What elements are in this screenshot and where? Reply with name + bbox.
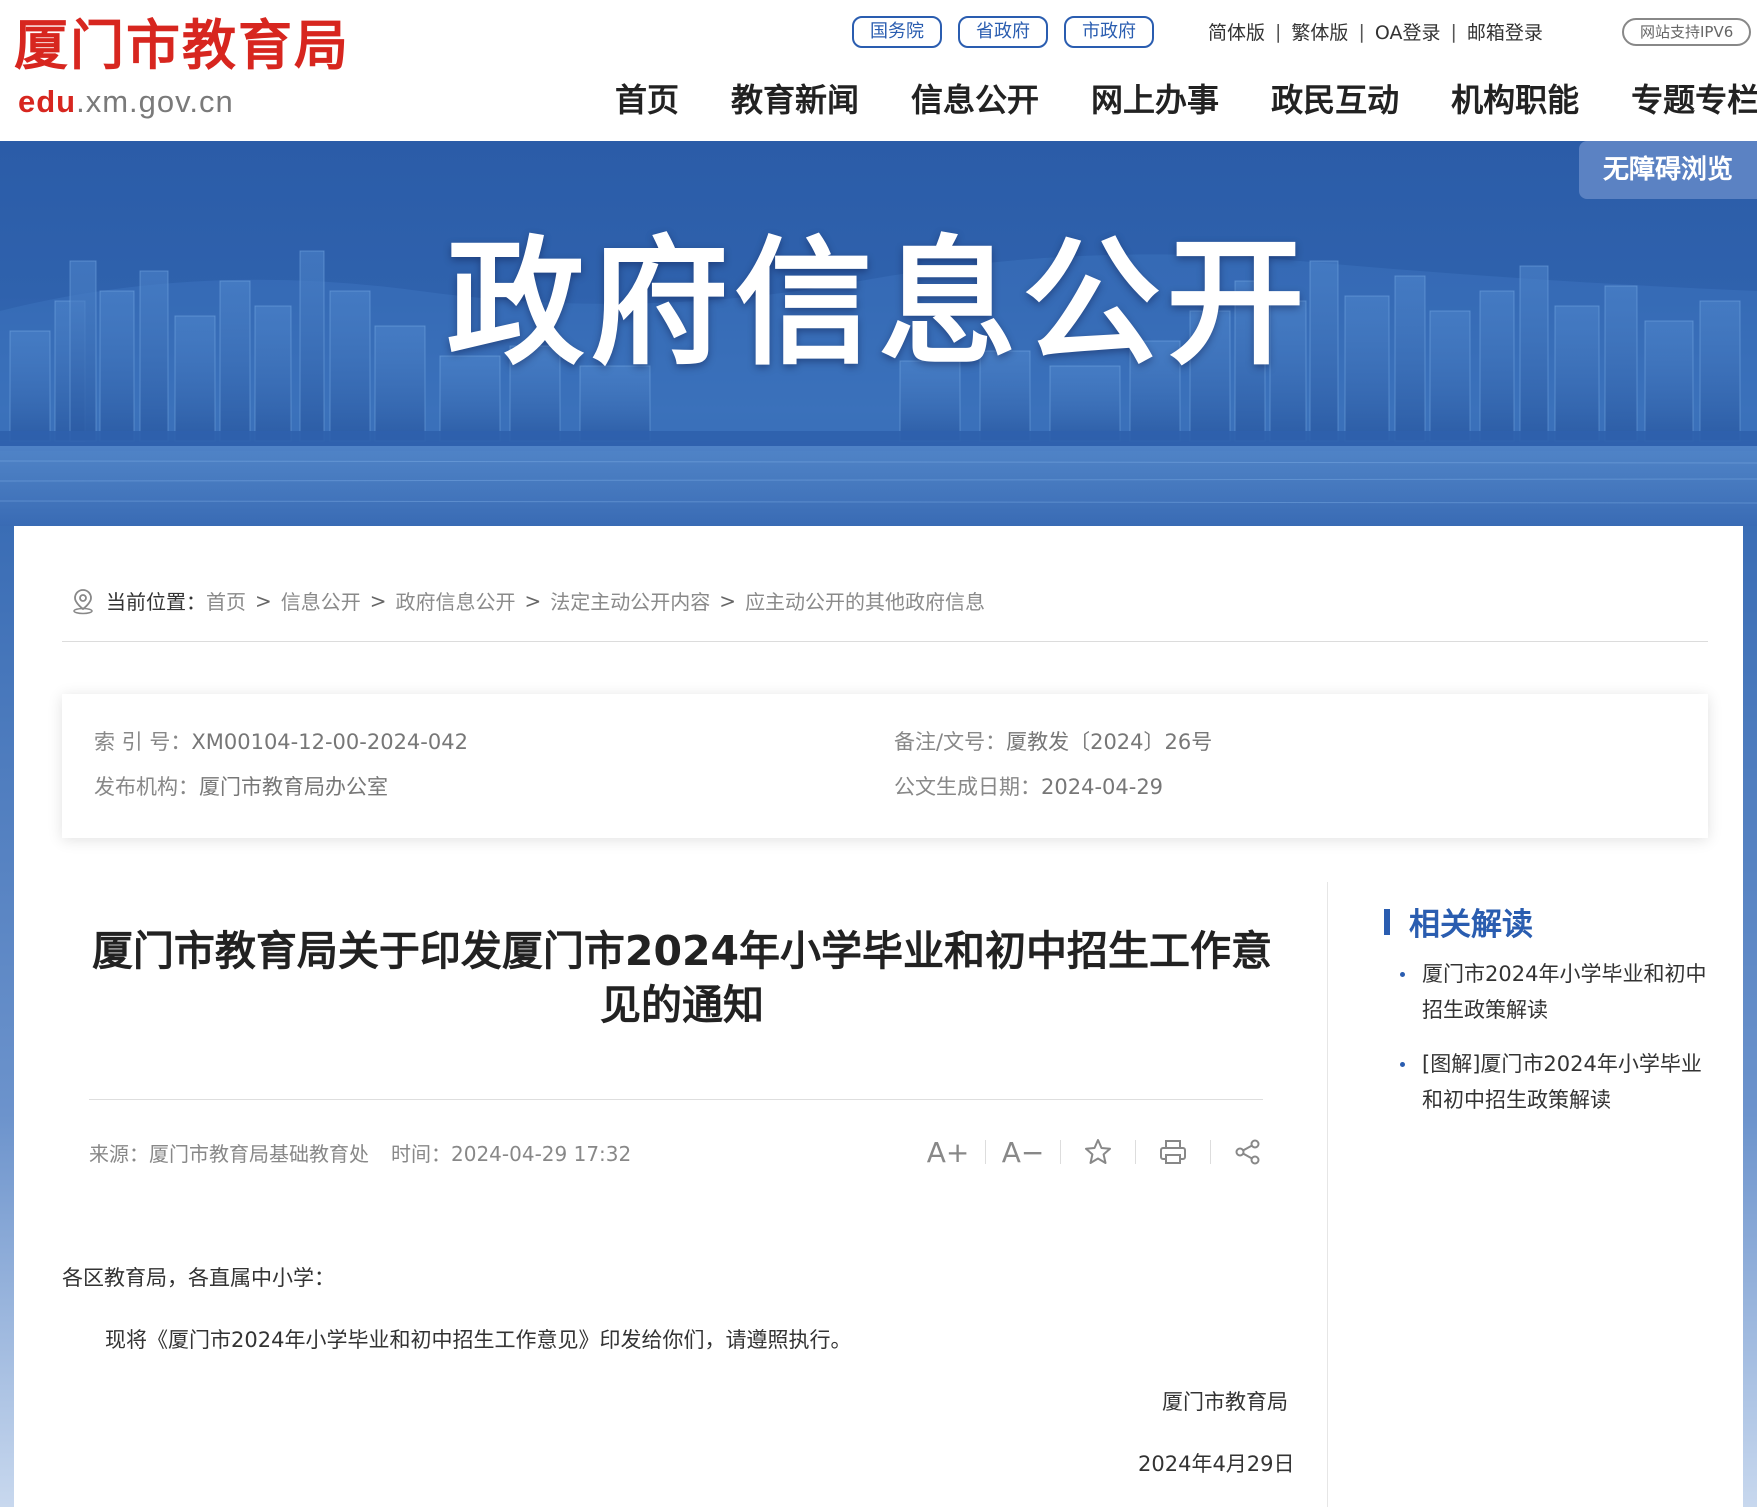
related-link-line1: 厦门市2024年小学毕业和初中	[1422, 962, 1707, 986]
related-link[interactable]: 厦门市2024年小学毕业和初中 招生政策解读	[1384, 956, 1714, 1028]
separator: |	[1450, 20, 1457, 43]
mail-login-link[interactable]: 邮箱登录	[1467, 18, 1543, 45]
breadcrumb-separator: >	[524, 588, 542, 613]
related-link-line2: 和初中招生政策解读	[1422, 1088, 1611, 1112]
meta-date: 公文生成日期：2024-04-29	[894, 771, 1163, 801]
time-key: 时间：	[391, 1142, 451, 1166]
breadcrumb-gov-info[interactable]: 政府信息公开	[396, 586, 516, 615]
share-button[interactable]	[1226, 1132, 1270, 1172]
print-button[interactable]	[1151, 1132, 1195, 1172]
page-banner: 政府信息公开	[0, 141, 1757, 526]
font-decrease-button[interactable]: A−	[1001, 1132, 1045, 1172]
gov-link-city[interactable]: 市政府	[1064, 16, 1154, 48]
document-meta-box: 索 引 号：XM00104-12-00-2024-042 备注/文号：厦教发〔2…	[62, 694, 1708, 838]
simplified-link[interactable]: 简体版	[1208, 18, 1265, 45]
font-increase-button[interactable]: A+	[926, 1132, 970, 1172]
related-heading-text: 相关解读	[1409, 907, 1533, 943]
font-increase-icon: A+	[926, 1135, 970, 1169]
breadcrumb-label: 当前位置：	[106, 590, 206, 614]
article-info: 来源：厦门市教育局基础教育处 时间：2024-04-29 17:32	[89, 1138, 631, 1167]
site-domain-rest: .xm.gov.cn	[76, 84, 234, 119]
tool-separator	[985, 1140, 986, 1164]
nav-online-services[interactable]: 网上办事	[1091, 78, 1219, 122]
banner-title: 政府信息公开	[446, 223, 1311, 384]
tool-separator	[1210, 1140, 1211, 1164]
article-title: 厦门市教育局关于印发厦门市2024年小学毕业和初中招生工作意 见的通知	[62, 924, 1302, 1032]
oa-login-link[interactable]: OA登录	[1375, 18, 1441, 45]
breadcrumb-home[interactable]: 首页	[206, 586, 246, 615]
meta-index: 索 引 号：XM00104-12-00-2024-042	[94, 726, 468, 756]
star-icon	[1085, 1139, 1111, 1164]
content-panel: 当前位置： 首页 > 信息公开 > 政府信息公开 > 法定主动公开内容 > 应主…	[14, 526, 1743, 1507]
nav-home[interactable]: 首页	[615, 78, 679, 122]
bullet-icon	[1400, 1062, 1405, 1067]
related-heading: 相关解读	[1384, 899, 1533, 944]
breadcrumb-statutory[interactable]: 法定主动公开内容	[550, 586, 710, 615]
nav-education-news[interactable]: 教育新闻	[731, 78, 859, 122]
site-domain[interactable]: edu.xm.gov.cn	[18, 86, 234, 117]
divider	[62, 641, 1708, 642]
source-key: 来源：	[89, 1142, 149, 1166]
breadcrumb-separator: >	[719, 588, 737, 613]
article-salutation: 各区教育局，各直属中小学：	[62, 1266, 335, 1290]
meta-date-key: 公文生成日期：	[894, 775, 1041, 799]
heading-bar	[1384, 908, 1390, 935]
favorite-button[interactable]	[1076, 1132, 1120, 1172]
article-title-line1: 厦门市教育局关于印发厦门市2024年小学毕业和初中招生工作意	[91, 927, 1273, 975]
site-header: 厦门市教育局 edu.xm.gov.cn 国务院 省政府 市政府 简体版 | 繁…	[0, 0, 1757, 141]
location-icon	[73, 588, 93, 614]
font-decrease-icon: A−	[1001, 1135, 1045, 1169]
article-paragraph: 现将《厦门市2024年小学毕业和初中招生工作意见》印发给你们，请遵照执行。	[105, 1328, 852, 1352]
column-divider	[1327, 882, 1328, 1507]
tool-separator	[1135, 1140, 1136, 1164]
related-link-line2: 招生政策解读	[1422, 998, 1548, 1022]
breadcrumb-separator: >	[369, 588, 387, 613]
nav-topics[interactable]: 专题专栏	[1631, 78, 1757, 122]
nav-interaction[interactable]: 政民互动	[1271, 78, 1399, 122]
related-list: 厦门市2024年小学毕业和初中 招生政策解读 [图解]厦门市2024年小学毕业 …	[1384, 956, 1714, 1136]
related-link-line1: [图解]厦门市2024年小学毕业	[1422, 1052, 1702, 1076]
separator: |	[1275, 20, 1282, 43]
background-strip-left	[0, 526, 14, 1507]
time-value: 2024-04-29 17:32	[451, 1142, 632, 1166]
printer-icon	[1160, 1140, 1186, 1164]
accessibility-button[interactable]: 无障碍浏览	[1579, 141, 1757, 199]
breadcrumb-separator: >	[255, 588, 272, 613]
gov-links: 国务院 省政府 市政府	[852, 16, 1154, 48]
nav-info-disclosure[interactable]: 信息公开	[911, 78, 1039, 122]
meta-doc-value: 厦教发〔2024〕26号	[1006, 730, 1213, 754]
meta-date-value: 2024-04-29	[1041, 775, 1164, 799]
share-icon	[1235, 1139, 1260, 1165]
article-date: 2024年4月29日	[1138, 1452, 1295, 1476]
gov-link-state-council[interactable]: 国务院	[852, 16, 942, 48]
ipv6-badge: 网站支持IPV6	[1622, 18, 1752, 46]
traditional-link[interactable]: 繁体版	[1291, 18, 1348, 45]
breadcrumb-other-info[interactable]: 应主动公开的其他政府信息	[745, 586, 985, 615]
site-domain-prefix: edu	[18, 84, 77, 119]
meta-doc-number: 备注/文号：厦教发〔2024〕26号	[894, 726, 1212, 756]
meta-publisher: 发布机构：厦门市教育局办公室	[94, 771, 388, 801]
nav-functions[interactable]: 机构职能	[1451, 78, 1579, 122]
meta-org-value: 厦门市教育局办公室	[199, 775, 388, 799]
meta-doc-key: 备注/文号：	[894, 730, 1007, 754]
bullet-icon	[1400, 972, 1405, 977]
meta-org-key: 发布机构：	[94, 775, 199, 799]
gov-link-province[interactable]: 省政府	[958, 16, 1048, 48]
breadcrumb: 当前位置： 首页 > 信息公开 > 政府信息公开 > 法定主动公开内容 > 应主…	[70, 586, 985, 615]
tool-separator	[1060, 1140, 1061, 1164]
site-logo-text[interactable]: 厦门市教育局	[14, 18, 350, 72]
article-tools: A+ A−	[926, 1132, 1270, 1172]
breadcrumb-info-disclosure[interactable]: 信息公开	[281, 586, 361, 615]
divider	[89, 1099, 1263, 1100]
meta-index-value: XM00104-12-00-2024-042	[191, 730, 468, 754]
article-signature: 厦门市教育局	[1162, 1390, 1288, 1414]
related-link[interactable]: [图解]厦门市2024年小学毕业 和初中招生政策解读	[1384, 1046, 1714, 1118]
source-value: 厦门市教育局基础教育处	[149, 1142, 369, 1166]
meta-index-key: 索 引 号：	[94, 730, 192, 754]
main-nav: 首页 教育新闻 信息公开 网上办事 政民互动 机构职能 专题专栏	[615, 78, 1757, 122]
utility-links: 简体版 | 繁体版 | OA登录 | 邮箱登录	[1208, 18, 1543, 45]
article-title-line2: 见的通知	[600, 981, 764, 1029]
separator: |	[1358, 20, 1365, 43]
background-strip-right	[1743, 526, 1757, 1507]
